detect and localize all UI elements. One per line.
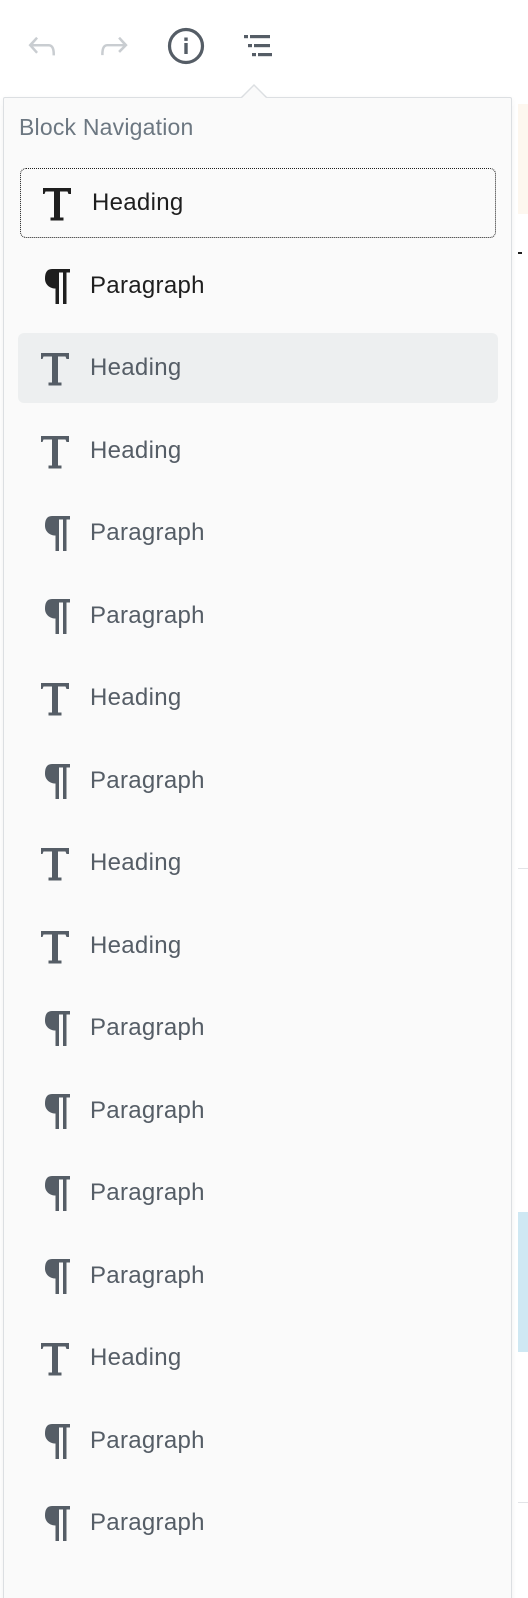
block-navigation-item[interactable]: Paragraph bbox=[18, 746, 498, 816]
block-navigation-item-label: Paragraph bbox=[90, 271, 205, 299]
paragraph-icon bbox=[30, 591, 80, 641]
editor-toolbar bbox=[0, 0, 528, 92]
block-navigation-button[interactable] bbox=[234, 22, 282, 70]
block-navigation-item[interactable]: Paragraph bbox=[18, 251, 498, 321]
block-navigation-item[interactable]: Paragraph bbox=[18, 1406, 498, 1476]
block-navigation-item-label: Paragraph bbox=[90, 1509, 205, 1536]
heading-icon bbox=[30, 921, 80, 971]
block-navigation-item-label: Heading bbox=[90, 849, 182, 876]
separator bbox=[518, 1502, 528, 1503]
block-navigation-list: Heading Paragraph Heading Heading Paragraph P… bbox=[18, 168, 498, 1571]
editor-screen: Block Navigation Heading Paragraph Heading… bbox=[0, 0, 528, 1598]
paragraph-icon bbox=[30, 261, 80, 311]
heading-icon bbox=[30, 1333, 80, 1383]
block-navigation-icon bbox=[238, 26, 278, 66]
heading-icon bbox=[30, 426, 80, 476]
block-navigation-item-label: Heading bbox=[90, 1344, 182, 1371]
paragraph-icon bbox=[30, 1086, 80, 1136]
redo-button[interactable] bbox=[90, 22, 138, 70]
block-navigation-item-label: Paragraph bbox=[90, 1096, 205, 1124]
block-navigation-item[interactable]: Paragraph bbox=[18, 1158, 498, 1228]
heading-icon bbox=[30, 838, 80, 888]
block-navigation-item[interactable]: Heading bbox=[18, 333, 498, 403]
notice-area bbox=[518, 104, 528, 214]
info-icon bbox=[166, 26, 206, 66]
heading-icon bbox=[30, 673, 80, 723]
block-navigation-item[interactable]: Heading bbox=[18, 828, 498, 898]
heading-icon bbox=[32, 178, 82, 228]
paragraph-icon bbox=[30, 1416, 80, 1466]
block-navigation-item-label: Paragraph bbox=[90, 519, 205, 546]
popover-title: Block Navigation bbox=[19, 114, 194, 140]
paragraph-icon bbox=[30, 1168, 80, 1218]
block-navigation-item-label: Heading bbox=[90, 354, 182, 381]
block-navigation-item[interactable]: Paragraph bbox=[18, 498, 498, 568]
block-navigation-item-label: Paragraph bbox=[90, 601, 205, 629]
block-navigation-item-label: Heading bbox=[90, 684, 182, 711]
block-navigation-item[interactable]: Paragraph bbox=[18, 581, 498, 651]
block-navigation-item-label: Paragraph bbox=[90, 1426, 205, 1454]
block-navigation-item[interactable]: Heading bbox=[18, 1323, 498, 1393]
block-navigation-item-label: Heading bbox=[90, 931, 182, 959]
editor-canvas bbox=[518, 92, 528, 1598]
paragraph-icon bbox=[30, 508, 80, 558]
block-navigation-item[interactable]: Heading bbox=[20, 168, 496, 238]
block-navigation-item-label: Paragraph bbox=[90, 1179, 205, 1206]
block-navigation-item[interactable]: Paragraph bbox=[18, 1076, 498, 1146]
paragraph-icon bbox=[30, 756, 80, 806]
block-navigation-popover: Block Navigation Heading Paragraph Heading… bbox=[3, 97, 512, 1598]
block-navigation-item-label: Heading bbox=[92, 189, 184, 216]
popover-arrow-fill bbox=[241, 86, 267, 99]
block-navigation-item[interactable]: Paragraph bbox=[18, 993, 498, 1063]
block-navigation-item-label: Heading bbox=[90, 436, 182, 464]
paragraph-icon bbox=[30, 1498, 80, 1548]
undo-button[interactable] bbox=[18, 22, 66, 70]
block-navigation-item[interactable]: Heading bbox=[18, 663, 498, 733]
block-navigation-item[interactable]: Heading bbox=[18, 416, 498, 486]
block-navigation-item[interactable]: Paragraph bbox=[18, 1488, 498, 1558]
paragraph-icon bbox=[30, 1251, 80, 1301]
block-navigation-item[interactable]: Paragraph bbox=[18, 1241, 498, 1311]
image-block bbox=[518, 1212, 528, 1352]
paragraph-icon bbox=[30, 1003, 80, 1053]
redo-icon bbox=[94, 26, 134, 66]
content-structure-button[interactable] bbox=[162, 22, 210, 70]
heading-icon bbox=[30, 343, 80, 393]
block-navigation-item[interactable]: Heading bbox=[18, 911, 498, 981]
undo-icon bbox=[22, 26, 62, 66]
separator bbox=[518, 868, 528, 869]
block-navigation-item-label: Paragraph bbox=[90, 766, 205, 794]
block-navigation-item-label: Paragraph bbox=[90, 1261, 205, 1289]
block-navigation-item-label: Paragraph bbox=[90, 1014, 205, 1041]
text-fragment bbox=[518, 252, 522, 254]
